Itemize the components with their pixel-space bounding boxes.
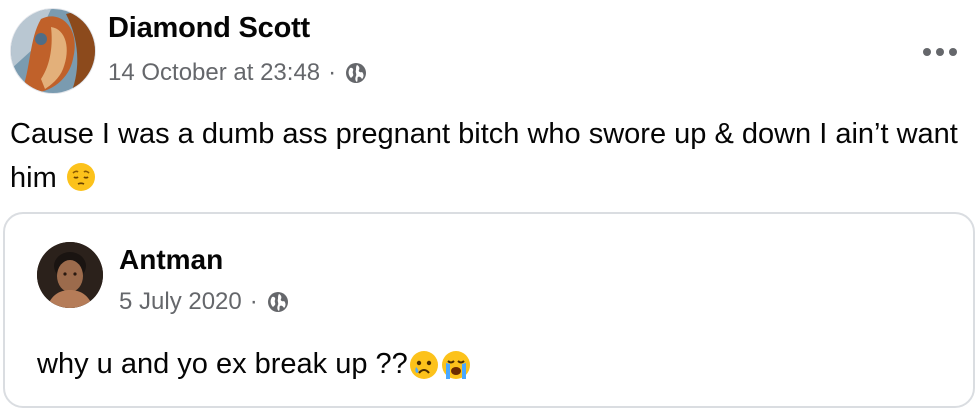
shared-author-avatar[interactable]	[37, 242, 103, 308]
shared-post-text: why u and yo ex break up ??	[37, 348, 472, 381]
post-meta: 14 October at 23:48 ·	[108, 59, 368, 87]
loudly-crying-face-icon	[441, 350, 470, 379]
globe-icon[interactable]	[344, 61, 368, 85]
pensive-face-icon	[66, 163, 95, 191]
crying-face-icon	[409, 350, 438, 379]
author-name[interactable]: Diamond Scott	[108, 12, 310, 45]
shared-meta-separator: ·	[249, 288, 258, 315]
shared-post-text-content: why u and yo ex break up ??	[37, 348, 408, 380]
shared-post-timestamp[interactable]: 5 July 2020	[119, 288, 242, 316]
shared-post-card[interactable]: Antman 5 July 2020 · why u and yo ex bre…	[3, 212, 975, 408]
post-timestamp[interactable]: 14 October at 23:48	[108, 59, 320, 87]
more-options-icon[interactable]	[910, 32, 970, 72]
shared-author-name[interactable]: Antman	[119, 244, 223, 276]
post-header: Diamond Scott 14 October at 23:48 ·	[10, 8, 970, 94]
meta-separator: ·	[328, 59, 337, 86]
post-text-content: Cause I was a dumb ass pregnant bitch wh…	[10, 118, 958, 194]
globe-icon[interactable]	[266, 290, 290, 314]
shared-post-meta: 5 July 2020 ·	[119, 288, 290, 316]
post-text: Cause I was a dumb ass pregnant bitch wh…	[10, 112, 960, 200]
author-avatar[interactable]	[10, 8, 96, 94]
